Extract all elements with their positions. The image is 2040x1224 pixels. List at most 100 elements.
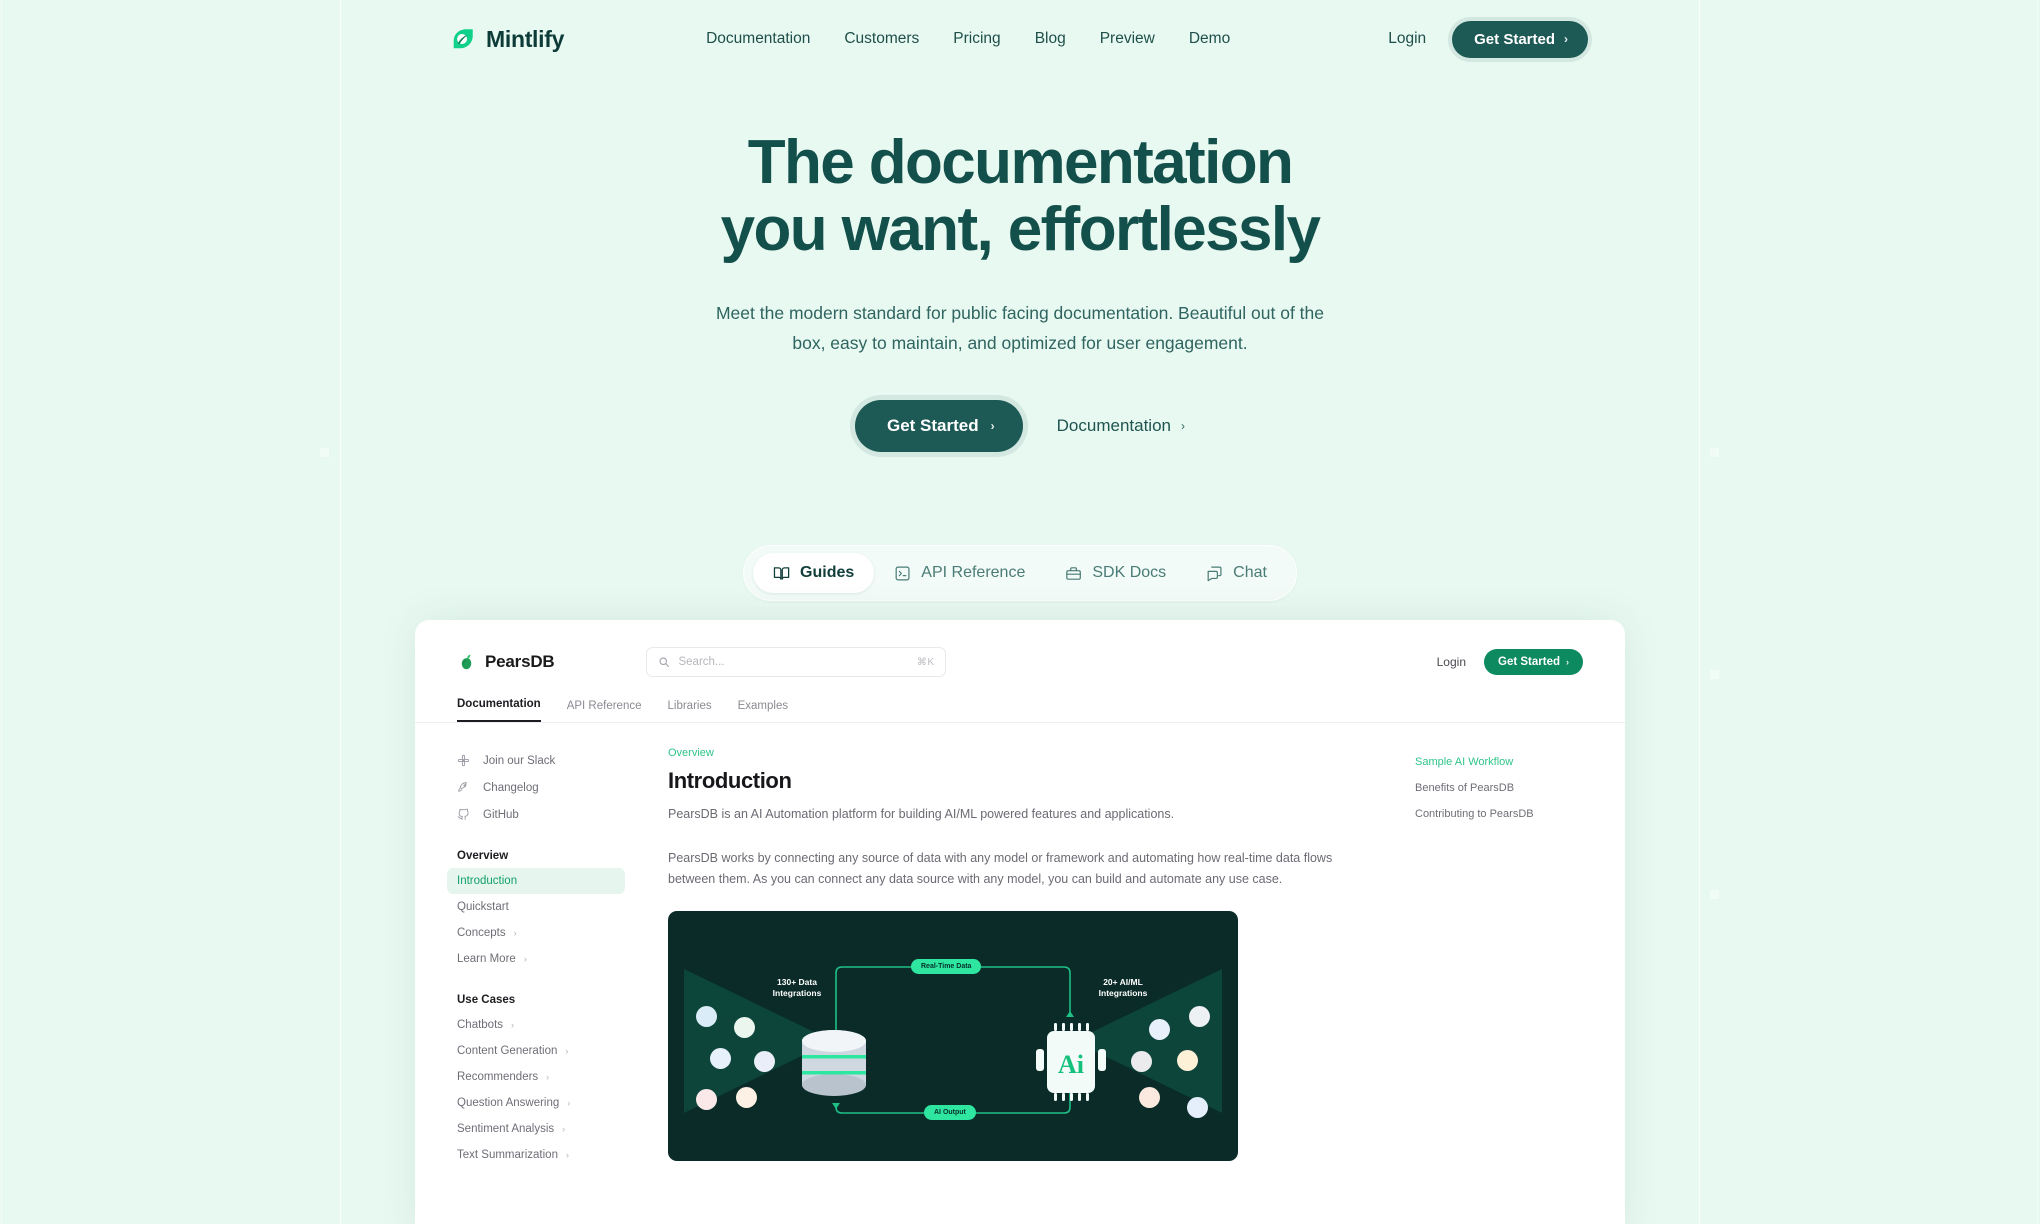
- integration-icon-2: [734, 1016, 755, 1038]
- content-heading: Introduction: [668, 768, 792, 793]
- nav-link-pricing[interactable]: Pricing: [953, 30, 1000, 48]
- preview-mode-tabs: Guides API Reference SDK Docs Chat: [743, 545, 1297, 601]
- top-navigation-bar: Mintlify Documentation Customers Pricing…: [340, 0, 1700, 78]
- grid-tick: [1710, 890, 1719, 899]
- hero-title-line-1: The documentation: [747, 128, 1294, 197]
- ai-workflow-diagram: 130+ Data Integrations 20+ AI/ML Integra…: [668, 910, 1238, 1161]
- sidebar-link-github-label: GitHub: [483, 808, 519, 821]
- chevron-right-icon: ›: [513, 928, 517, 938]
- tab-chat-label: Chat: [1233, 564, 1267, 581]
- mintlify-logo[interactable]: Mintlify: [450, 26, 564, 53]
- chevron-right-icon: ›: [511, 1020, 515, 1030]
- sidebar-item-label: Text Summarization: [457, 1149, 558, 1161]
- sidebar-item-text-summarization[interactable]: Text Summarization ›: [447, 1142, 625, 1168]
- hero-subtitle: Meet the modern standard for public faci…: [715, 302, 1324, 353]
- tab-sdk-docs[interactable]: SDK Docs: [1045, 553, 1186, 593]
- nav-link-preview[interactable]: Preview: [1100, 30, 1155, 48]
- integration-icon-1: [696, 1005, 717, 1027]
- chevron-right-icon: ›: [1566, 656, 1569, 667]
- model-icon-3: [1131, 1050, 1152, 1072]
- sidebar-item-label: Quickstart: [457, 901, 509, 913]
- preview-tab-documentation[interactable]: Documentation: [457, 698, 541, 722]
- chevron-right-icon: ›: [1564, 32, 1568, 46]
- sidebar-group-overview: Overview: [457, 850, 509, 862]
- get-started-button[interactable]: Get Started ›: [1452, 20, 1588, 58]
- nav-link-blog[interactable]: Blog: [1035, 30, 1066, 48]
- integration-icon-6: [736, 1086, 757, 1108]
- right-integrations-line-2: Integrations: [1098, 987, 1148, 998]
- preview-login-link[interactable]: Login: [1437, 655, 1466, 669]
- toolbox-icon: [1066, 566, 1082, 580]
- chevron-right-icon: ›: [562, 1124, 566, 1134]
- chevron-right-icon: ›: [990, 419, 995, 434]
- sidebar-link-github[interactable]: GitHub: [457, 801, 630, 828]
- right-integrations-line-1: 20+ AI/ML: [1103, 976, 1143, 987]
- hero-cta-group: Get Started › Documentation ›: [0, 400, 2040, 453]
- chevron-right-icon: ›: [565, 1046, 569, 1056]
- nav-actions: Login Get Started ›: [1388, 20, 1588, 58]
- preview-tab-api-reference[interactable]: API Reference: [567, 700, 642, 722]
- model-icon-2: [1149, 1018, 1170, 1040]
- page-title: The documentation you want, effortlessly: [0, 128, 2040, 264]
- search-shortcut-badge: ⌘K: [916, 656, 935, 668]
- sidebar-link-slack[interactable]: Join our Slack: [457, 747, 630, 774]
- chevron-right-icon: ›: [546, 1072, 550, 1082]
- model-icon-4: [1177, 1049, 1198, 1071]
- toc-item-benefits[interactable]: Benefits of PearsDB: [1415, 775, 1625, 801]
- preview-get-started-button[interactable]: Get Started ›: [1484, 649, 1583, 675]
- message-square-icon: [1207, 566, 1222, 581]
- sidebar-link-slack-label: Join our Slack: [483, 754, 556, 767]
- book-open-icon: [773, 566, 790, 580]
- hero-title-line-2: you want, effortlessly: [720, 194, 1321, 264]
- sidebar-item-label: Recommenders: [457, 1071, 539, 1083]
- hero-section: The documentation you want, effortlessly…: [0, 128, 2040, 453]
- table-of-contents: Sample AI Workflow Benefits of PearsDB C…: [1415, 723, 1625, 1168]
- integration-icon-5: [696, 1088, 717, 1110]
- integration-icon-3: [710, 1047, 731, 1069]
- tab-guides[interactable]: Guides: [753, 553, 875, 593]
- sidebar-item-sentiment-analysis[interactable]: Sentiment Analysis ›: [447, 1116, 625, 1142]
- terminal-icon: [895, 566, 910, 580]
- sidebar-item-recommenders[interactable]: Recommenders ›: [447, 1064, 625, 1090]
- preview-brand-name: PearsDB: [485, 652, 555, 671]
- left-integrations-line-2: Integrations: [772, 987, 822, 998]
- search-input[interactable]: Search... ⌘K: [646, 647, 947, 677]
- preview-tab-libraries[interactable]: Libraries: [668, 700, 712, 722]
- nav-link-documentation[interactable]: Documentation: [706, 30, 810, 48]
- tab-api-reference[interactable]: API Reference: [874, 553, 1045, 593]
- sidebar-item-label: Content Generation: [457, 1045, 558, 1057]
- sidebar-item-label: Concepts: [457, 927, 506, 939]
- toc-item-contributing[interactable]: Contributing to PearsDB: [1415, 801, 1625, 827]
- preview-nav-tabs: Documentation API Reference Libraries Ex…: [415, 682, 1625, 723]
- preview-body: Join our Slack Changelog GitHub Overview…: [415, 723, 1625, 1168]
- sidebar-item-quickstart[interactable]: Quickstart: [447, 894, 625, 920]
- github-icon: [457, 808, 469, 820]
- docs-main-content: Overview Introduction PearsDB is an AI A…: [650, 723, 1415, 1168]
- sidebar-item-learn-more[interactable]: Learn More ›: [447, 946, 625, 972]
- hero-documentation-label: Documentation: [1056, 416, 1171, 436]
- model-icon-6: [1187, 1096, 1208, 1118]
- hero-documentation-link[interactable]: Documentation ›: [1057, 416, 1185, 436]
- pear-leaf-icon: [461, 654, 472, 669]
- login-link[interactable]: Login: [1388, 30, 1426, 48]
- preview-get-started-label: Get Started: [1498, 656, 1560, 668]
- nav-link-customers[interactable]: Customers: [844, 30, 919, 48]
- nav-link-demo[interactable]: Demo: [1189, 30, 1230, 48]
- sidebar-item-content-generation[interactable]: Content Generation ›: [447, 1038, 625, 1064]
- tab-api-reference-label: API Reference: [921, 564, 1026, 581]
- chevron-right-icon: ›: [567, 1098, 571, 1108]
- sidebar-link-changelog[interactable]: Changelog: [457, 774, 630, 801]
- hero-get-started-button[interactable]: Get Started ›: [855, 400, 1023, 453]
- sidebar-item-question-answering[interactable]: Question Answering ›: [447, 1090, 625, 1116]
- pearsdb-logo[interactable]: PearsDB: [457, 652, 555, 672]
- sidebar-item-chatbots[interactable]: Chatbots ›: [447, 1012, 625, 1038]
- real-time-data-pill: Real-Time Data: [911, 958, 982, 974]
- preview-tab-examples[interactable]: Examples: [738, 700, 789, 722]
- tab-chat[interactable]: Chat: [1186, 553, 1287, 593]
- slack-icon: [457, 754, 470, 767]
- toc-item-sample-ai-workflow[interactable]: Sample AI Workflow: [1415, 749, 1625, 775]
- preview-header: PearsDB Search... ⌘K Login Get Started ›: [415, 620, 1625, 682]
- chevron-right-icon: ›: [1180, 419, 1185, 434]
- sidebar-item-introduction[interactable]: Introduction: [447, 868, 625, 894]
- sidebar-item-concepts[interactable]: Concepts ›: [447, 920, 625, 946]
